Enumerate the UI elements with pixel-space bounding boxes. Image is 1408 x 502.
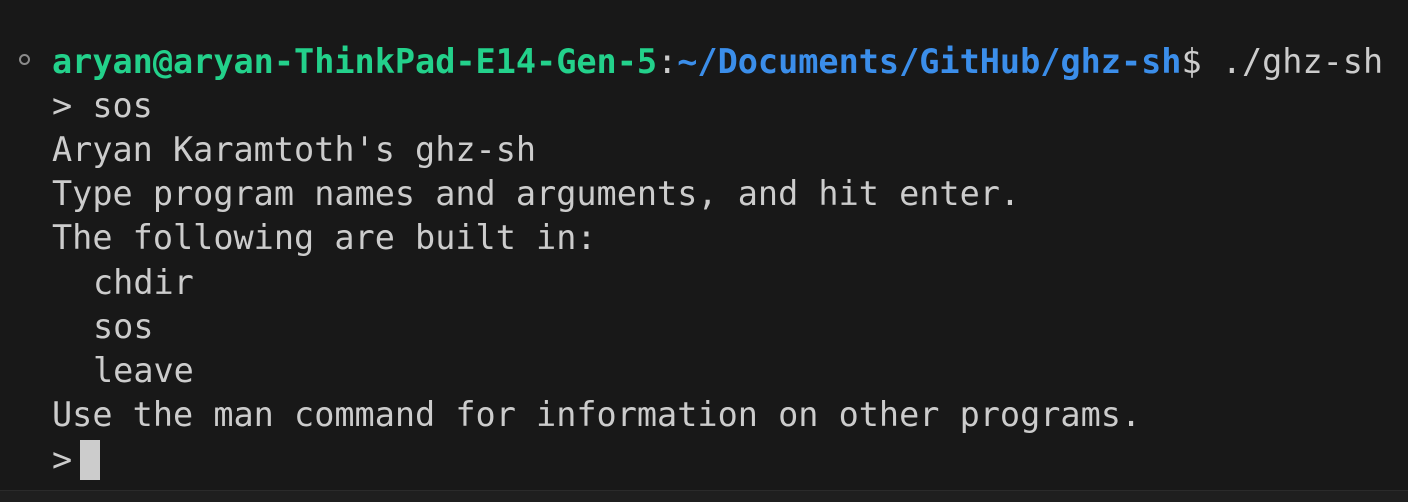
- output-builtins-header: The following are built in:: [52, 218, 597, 257]
- command-decoration-icon[interactable]: [19, 54, 30, 65]
- prompt-line: aryan@aryan-ThinkPad-E14-Gen-5:~/Documen…: [52, 40, 1383, 84]
- builtin-item-chdir: chdir: [93, 263, 194, 302]
- prompt-separator: :: [657, 42, 678, 81]
- shell-input-line: > sos: [52, 86, 153, 125]
- output-title: Aryan Karamtoth's ghz-sh: [52, 130, 537, 169]
- builtin-item-leave: leave: [93, 351, 194, 390]
- shell-prompt-symbol: >: [52, 440, 73, 479]
- output-instruction: Type program names and arguments, and hi…: [52, 174, 1021, 213]
- prompt-path: ~/Documents/GitHub/ghz-sh: [677, 42, 1182, 81]
- builtin-item-sos: sos: [93, 307, 154, 346]
- block-cursor[interactable]: [80, 439, 101, 480]
- prompt-user-host: aryan@aryan-ThinkPad-E14-Gen-5: [52, 42, 658, 81]
- active-prompt-line[interactable]: >: [52, 438, 101, 482]
- output-man-hint: Use the man command for information on o…: [52, 395, 1142, 434]
- panel-bottom-border: [0, 490, 1408, 502]
- prompt-dollar: $: [1181, 42, 1222, 81]
- prompt-command: ./ghz-sh: [1221, 42, 1384, 81]
- terminal-panel[interactable]: aryan@aryan-ThinkPad-E14-Gen-5:~/Documen…: [0, 0, 1408, 490]
